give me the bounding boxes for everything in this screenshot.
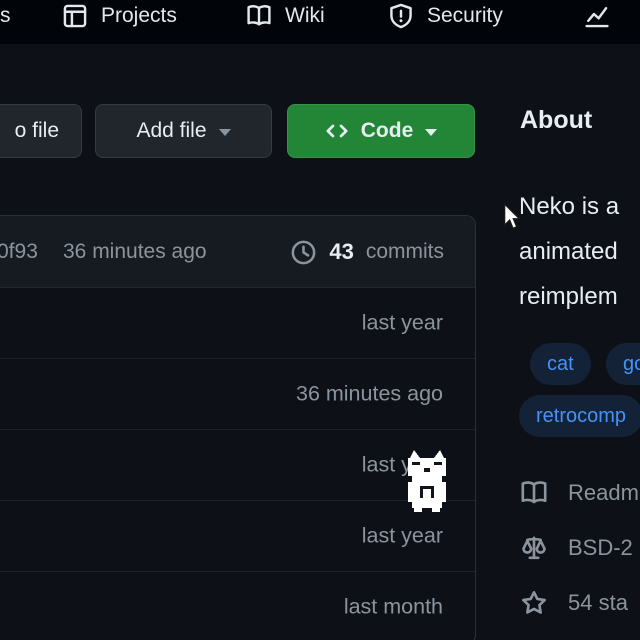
readme-link[interactable]: Readm <box>520 478 639 508</box>
file-row[interactable]: 36 minutes ago <box>0 359 475 430</box>
history-clock-icon <box>290 239 317 266</box>
file-row-updated: last year <box>362 524 443 549</box>
shield-exclamation-icon <box>388 3 414 29</box>
commit-history-link[interactable]: 43 commits <box>290 216 444 288</box>
stars-label: 54 sta <box>568 590 628 616</box>
topic-tag-go[interactable]: go <box>606 343 640 385</box>
neko-cat-sprite <box>404 450 450 517</box>
about-heading: About <box>520 106 592 135</box>
file-row[interactable]: last month <box>0 572 475 640</box>
code-button[interactable]: Code <box>287 104 475 158</box>
github-repo-page: s Projects Wiki <box>0 0 640 640</box>
nav-tab-projects[interactable]: Projects <box>62 1 177 31</box>
description-line: reimplem <box>519 274 640 319</box>
file-row[interactable]: last year <box>0 288 475 359</box>
latest-commit-bar: 0f93 36 minutes ago 43 commits <box>0 216 475 288</box>
topic-tag-cat[interactable]: cat <box>530 343 591 385</box>
nav-tab-cut[interactable]: s <box>0 1 11 31</box>
nav-tab-wiki[interactable]: Wiki <box>246 1 325 31</box>
commit-time: 36 minutes ago <box>63 240 207 264</box>
add-file-button[interactable]: Add file <box>95 104 272 158</box>
code-icon <box>325 119 349 143</box>
license-link[interactable]: BSD-2 <box>520 533 633 563</box>
nav-tab-label: s <box>0 4 11 28</box>
file-row-updated: last month <box>344 595 443 620</box>
description-line: Neko is a <box>519 184 640 229</box>
nav-tab-insights[interactable] <box>584 1 623 31</box>
readme-label: Readm <box>568 480 639 506</box>
chevron-down-icon <box>219 129 231 136</box>
file-row-updated: last year <box>362 311 443 336</box>
file-list-panel: 0f93 36 minutes ago 43 commits last year… <box>0 215 476 640</box>
nav-tab-label: Wiki <box>285 4 325 28</box>
license-label: BSD-2 <box>568 535 633 561</box>
star-icon <box>520 589 548 617</box>
book-icon <box>246 3 272 29</box>
graph-icon <box>584 3 610 29</box>
add-file-label: Add file <box>136 119 206 143</box>
description-line: animated <box>519 229 640 274</box>
repo-description: Neko is a animated reimplem <box>519 184 640 319</box>
go-to-file-button[interactable]: o file <box>0 104 82 158</box>
chevron-down-icon <box>425 129 437 136</box>
file-row-updated: 36 minutes ago <box>296 382 443 407</box>
go-to-file-label: o file <box>15 119 59 143</box>
mouse-cursor-icon <box>503 203 521 236</box>
repo-tab-bar: s Projects Wiki <box>0 0 640 44</box>
nav-tab-security[interactable]: Security <box>388 1 503 31</box>
law-scales-icon <box>520 534 548 562</box>
topic-tag-retrocomputing[interactable]: retrocomp <box>519 395 640 437</box>
table-icon <box>62 3 88 29</box>
commit-count-label: commits <box>366 240 444 264</box>
book-icon <box>520 479 548 507</box>
stars-link[interactable]: 54 sta <box>520 588 628 618</box>
code-label: Code <box>361 119 414 143</box>
nav-tab-label: Projects <box>101 4 177 28</box>
nav-tab-label: Security <box>427 4 503 28</box>
commit-count: 43 <box>329 239 353 265</box>
commit-hash-link[interactable]: 0f93 <box>0 240 38 264</box>
